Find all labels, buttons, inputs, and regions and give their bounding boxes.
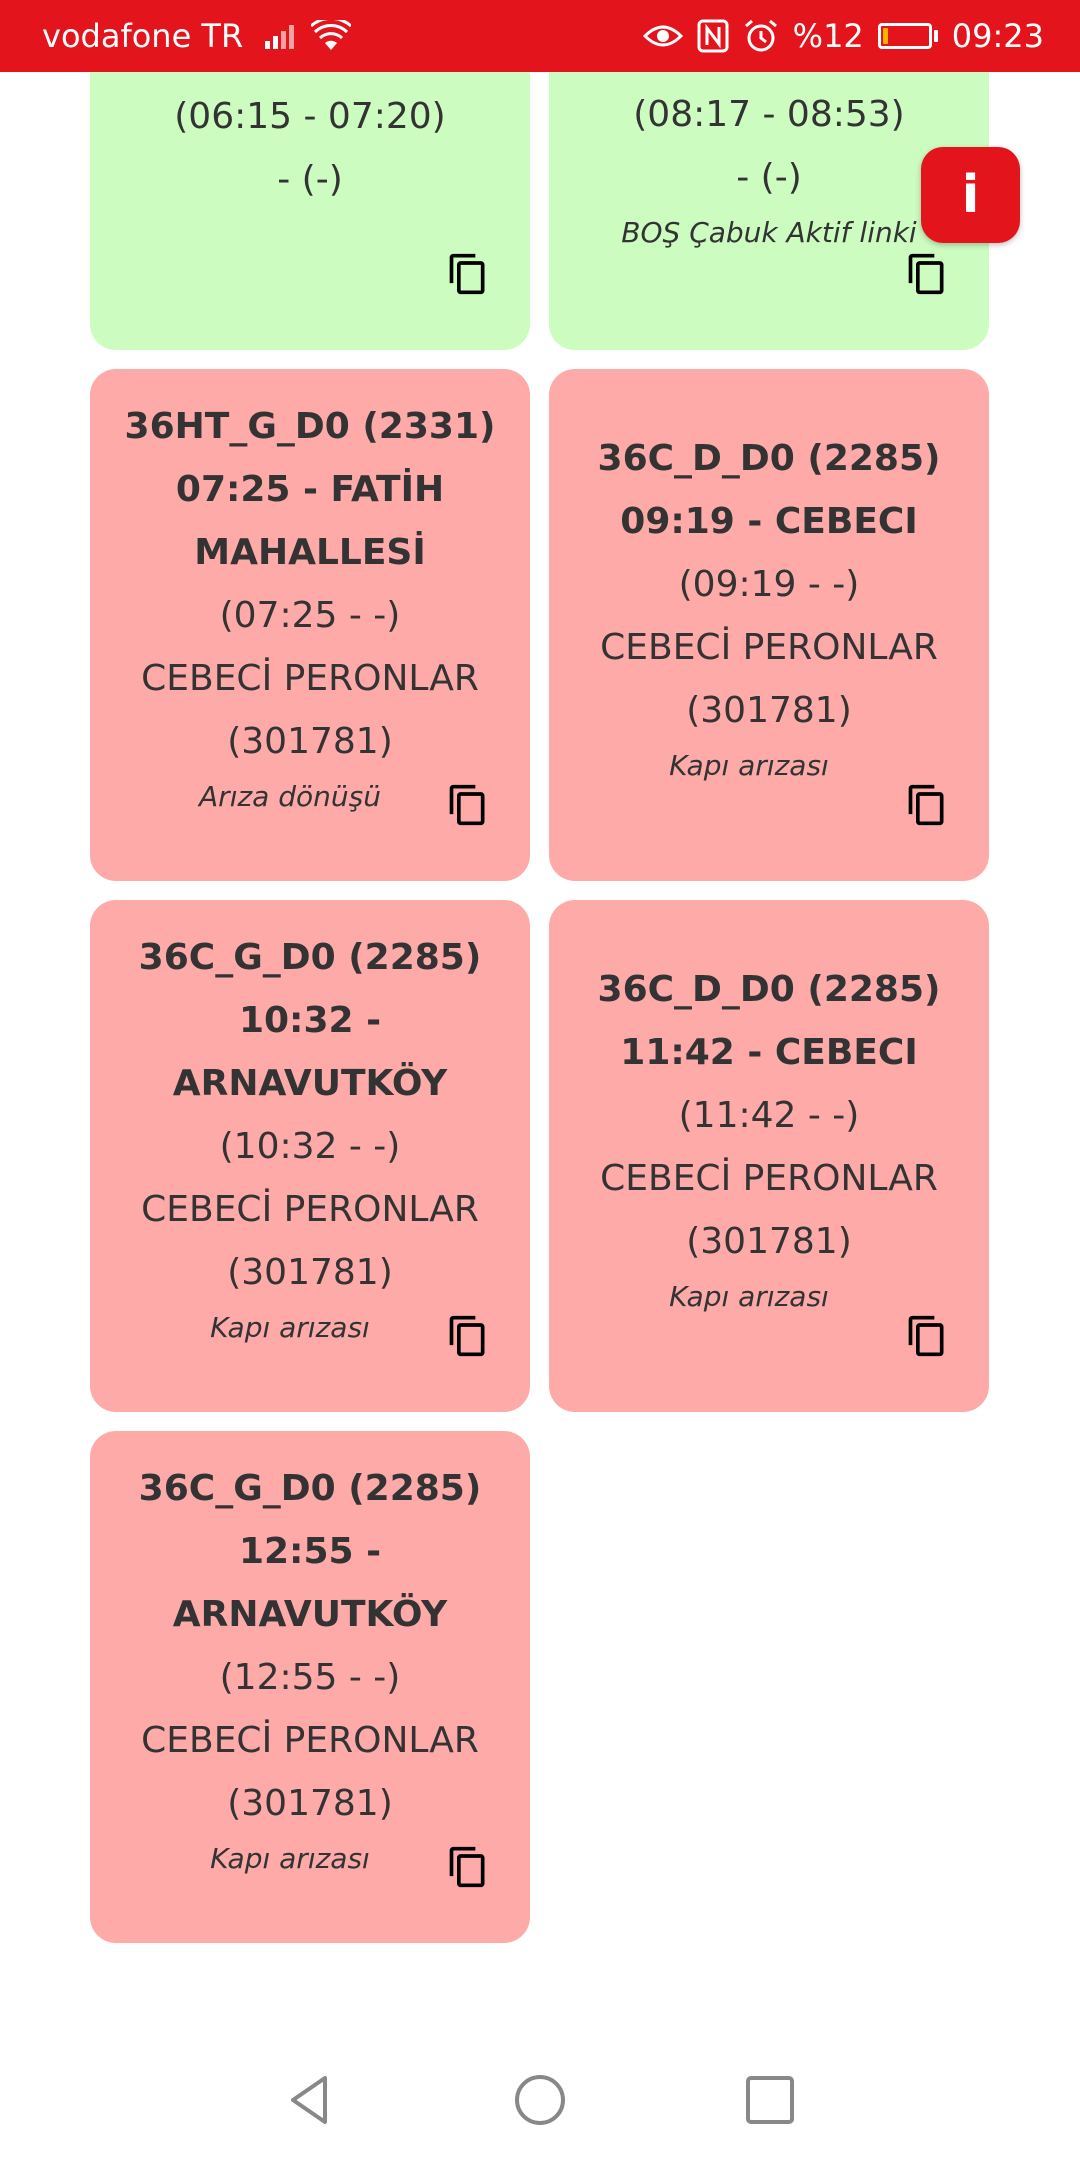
trip-stop-code: (301781) [686,690,852,731]
wifi-icon [311,20,352,50]
trip-stop: CEBECİ PERONLAR [141,1720,479,1761]
trip-card[interactable]: 36HT_G_D0 (2331) 07:25 - FATİH MAHALLESİ… [90,369,530,881]
trip-stop-code: (301781) [227,1783,393,1824]
trip-stop: CEBECİ PERONLAR [141,658,479,699]
copy-icon[interactable] [446,1843,490,1891]
signal-icon [265,25,295,49]
trip-card[interactable]: 36C_D_D0 (2285) 09:19 - CEBECI (09:19 - … [549,369,989,881]
trip-stop: - (-) [736,157,802,198]
copy-icon[interactable] [905,1312,949,1360]
copy-icon[interactable] [905,781,949,829]
info-icon: i [961,165,980,225]
trip-stop: - (-) [277,159,343,200]
trip-title-line: 10:32 - [238,1000,382,1041]
info-button[interactable]: i [921,147,1020,243]
trip-time-range: (12:55 - -) [219,1657,401,1698]
trip-stop: CEBECİ PERONLAR [141,1189,479,1230]
trip-title-line: 36C_G_D0 (2285) [138,937,482,978]
trip-title-line: ARNAVUTKÖY [172,1594,448,1635]
trip-title-line: 36C_D_D0 (2285) [597,969,941,1010]
trip-title-line: 11:42 - CEBECI [620,1032,918,1073]
trip-stop-code: (301781) [686,1221,852,1262]
back-button[interactable] [281,2072,337,2128]
copy-icon[interactable] [446,250,490,298]
nfc-icon [697,19,729,53]
trip-time-range: (10:32 - -) [219,1126,401,1167]
trip-note: Kapı arızası [669,749,829,782]
trip-title-line: ARNAVUTKÖY [172,1063,448,1104]
carrier-name: vodafone TR [42,17,244,55]
recents-button[interactable] [742,2072,798,2128]
trip-title-line: MAHALLESİ [194,532,426,573]
trip-list[interactable]: 06:15 - HARAÇÇI (06:15 - 07:20) - (-) MA… [0,0,1080,2160]
alarm-icon [744,19,777,52]
trip-note: Kapı arızası [669,1280,829,1313]
trip-stop-code: (301781) [227,1252,393,1293]
copy-icon[interactable] [446,781,490,829]
trip-time-range: (07:25 - -) [219,595,401,636]
trip-stop: CEBECİ PERONLAR [600,1158,938,1199]
trip-stop-code: (301781) [227,721,393,762]
battery-percent: %12 [792,17,864,55]
trip-title-line: 36HT_G_D0 (2331) [124,406,496,447]
eye-icon [642,25,683,47]
copy-icon[interactable] [905,250,949,298]
trip-card[interactable]: 36C_G_D0 (2285) 12:55 - ARNAVUTKÖY (12:5… [90,1431,530,1943]
battery-icon [877,23,938,49]
trip-card[interactable]: 36C_D_D0 (2285) 11:42 - CEBECI (11:42 - … [549,900,989,1412]
trip-time-range: (11:42 - -) [678,1095,860,1136]
status-bar: vodafone TR %12 09:23 [0,0,1080,72]
trip-title-line: 36C_G_D0 (2285) [138,1468,482,1509]
trip-stop: CEBECİ PERONLAR [600,627,938,668]
trip-card[interactable]: 36C_G_D0 (2285) 10:32 - ARNAVUTKÖY (10:3… [90,900,530,1412]
clock: 09:23 [951,17,1044,55]
trip-time-range: (08:17 - 08:53) [633,94,905,135]
trip-title-line: 09:19 - CEBECI [620,501,918,542]
trip-title-line: 36C_D_D0 (2285) [597,438,941,479]
copy-icon[interactable] [446,1312,490,1360]
trip-title-line: 07:25 - FATİH [175,469,445,510]
trip-note: BOŞ Çabuk Aktif linki [621,216,917,249]
trip-time-range: (09:19 - -) [678,564,860,605]
trip-title-line: 12:55 - [238,1531,382,1572]
trip-time-range: (06:15 - 07:20) [174,96,446,137]
home-button[interactable] [512,2072,568,2128]
